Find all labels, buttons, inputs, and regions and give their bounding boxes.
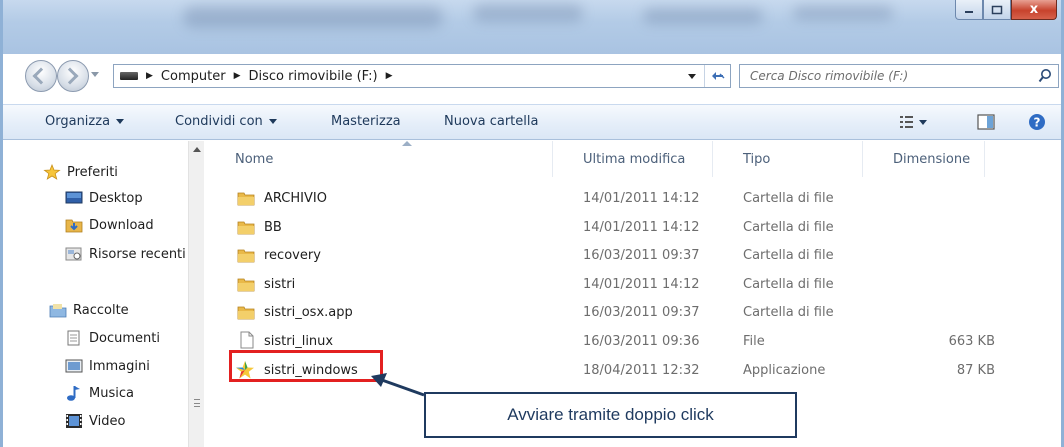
explorer-window: x ▶ Computer ▶ Disco rimovibile (F:) ▶ C… — [0, 0, 1064, 447]
callout-arrow — [371, 373, 425, 397]
instruction-callout: Avviare tramite doppio click — [424, 392, 797, 438]
callout-text: Avviare tramite doppio click — [507, 405, 714, 424]
